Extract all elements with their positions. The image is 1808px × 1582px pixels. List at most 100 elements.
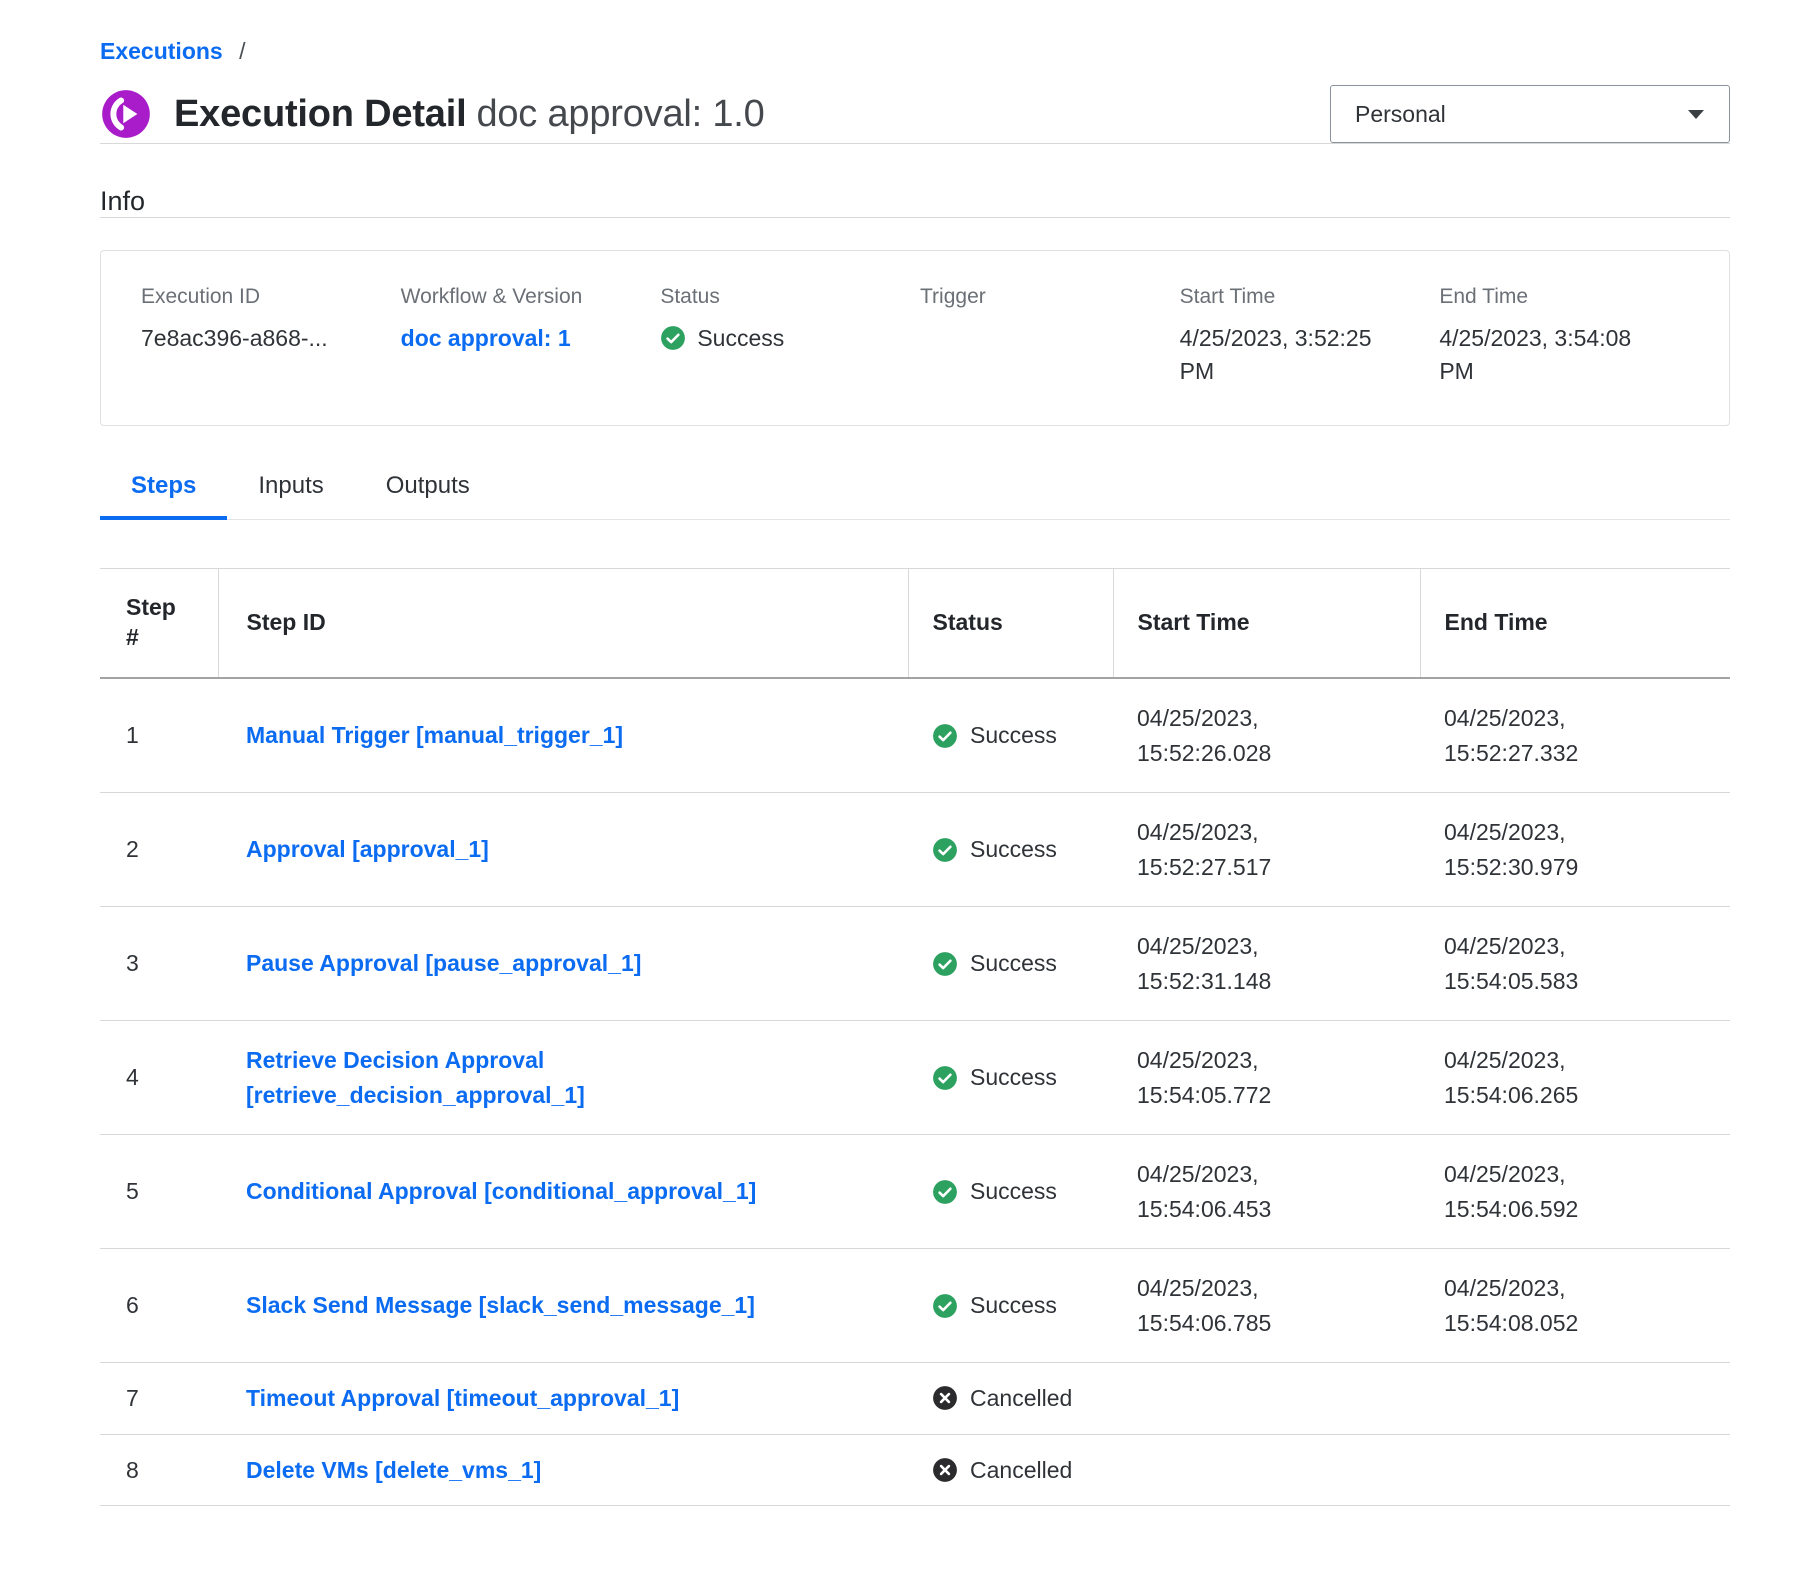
- column-header-end-time: End Time: [1420, 569, 1730, 678]
- end-time-cell: 04/25/2023,15:54:06.265: [1420, 1021, 1730, 1135]
- step-number: 3: [100, 907, 218, 1021]
- chevron-down-icon: [1687, 109, 1705, 120]
- status-text: Success: [970, 1060, 1057, 1095]
- table-row: 5 Conditional Approval [conditional_appr…: [100, 1135, 1730, 1249]
- table-row: 7 Timeout Approval [timeout_approval_1] …: [100, 1363, 1730, 1435]
- status-badge: Success: [660, 322, 910, 355]
- step-number: 8: [100, 1434, 218, 1506]
- breadcrumb-separator: /: [239, 38, 245, 64]
- workspace-dropdown[interactable]: Personal: [1330, 85, 1730, 143]
- column-header-start-time: Start Time: [1113, 569, 1420, 678]
- tab-inputs[interactable]: Inputs: [227, 472, 354, 520]
- status-text: Cancelled: [970, 1453, 1072, 1488]
- end-time-cell: [1420, 1363, 1730, 1435]
- breadcrumb: Executions /: [100, 0, 1730, 65]
- page-header: Execution Detaildoc approval: 1.0 Person…: [100, 85, 1730, 143]
- step-number: 4: [100, 1021, 218, 1135]
- end-time-cell: 04/25/2023,15:52:27.332: [1420, 678, 1730, 793]
- workspace-dropdown-value: Personal: [1355, 101, 1446, 128]
- status-badge: Success: [932, 1288, 1089, 1323]
- info-field-start-time: Start Time 4/25/2023, 3:52:25 PM: [1180, 285, 1430, 387]
- status-badge: Success: [932, 1174, 1089, 1209]
- tabs: Steps Inputs Outputs: [100, 472, 1730, 520]
- success-check-icon: [932, 837, 958, 863]
- step-link[interactable]: Timeout Approval [timeout_approval_1]: [246, 1385, 679, 1411]
- start-time-cell: [1113, 1363, 1420, 1435]
- end-time-cell: 04/25/2023,15:54:05.583: [1420, 907, 1730, 1021]
- workflow-version-link[interactable]: doc approval: 1: [401, 325, 571, 351]
- info-label: Status: [660, 285, 910, 309]
- status-badge: Success: [932, 832, 1089, 867]
- end-time-cell: 04/25/2023,15:52:30.979: [1420, 793, 1730, 907]
- table-row: 3 Pause Approval [pause_approval_1] Succ…: [100, 907, 1730, 1021]
- table-header-row: Step # Step ID Status Start Time End Tim…: [100, 569, 1730, 678]
- success-check-icon: [932, 1179, 958, 1205]
- status-badge: Cancelled: [932, 1381, 1089, 1416]
- step-number: 1: [100, 678, 218, 793]
- execution-id-value: 7e8ac396-a868-...: [141, 322, 391, 355]
- step-link[interactable]: Manual Trigger [manual_trigger_1]: [246, 722, 623, 748]
- start-time-cell: 04/25/2023,15:54:05.772: [1113, 1021, 1420, 1135]
- step-link[interactable]: Conditional Approval [conditional_approv…: [246, 1178, 756, 1204]
- step-link[interactable]: Slack Send Message [slack_send_message_1…: [246, 1292, 755, 1318]
- status-text: Success: [970, 718, 1057, 753]
- workflow-name-version: doc approval: 1.0: [476, 93, 764, 135]
- status-text: Success: [970, 1288, 1057, 1323]
- start-time-cell: 04/25/2023,15:52:27.517: [1113, 793, 1420, 907]
- status-badge: Cancelled: [932, 1453, 1089, 1488]
- step-number: 2: [100, 793, 218, 907]
- info-field-execution-id: Execution ID 7e8ac396-a868-...: [141, 285, 391, 387]
- table-row: 8 Delete VMs [delete_vms_1] Cancelled: [100, 1434, 1730, 1506]
- cancelled-x-icon: [932, 1457, 958, 1483]
- success-check-icon: [932, 1065, 958, 1091]
- step-link[interactable]: Retrieve Decision Approval [retrieve_dec…: [246, 1047, 585, 1108]
- info-label: Start Time: [1180, 285, 1430, 309]
- execution-detail-page: Executions / Execution Detaildoc approva…: [0, 0, 1808, 1506]
- step-number: 7: [100, 1363, 218, 1435]
- table-row: 6 Slack Send Message [slack_send_message…: [100, 1249, 1730, 1363]
- status-text: Success: [697, 322, 784, 355]
- success-check-icon: [932, 723, 958, 749]
- step-number: 6: [100, 1249, 218, 1363]
- info-field-trigger: Trigger: [920, 285, 1170, 387]
- column-header-step-id: Step ID: [218, 569, 908, 678]
- start-time-cell: 04/25/2023,15:52:31.148: [1113, 907, 1420, 1021]
- success-check-icon: [932, 1293, 958, 1319]
- status-text: Success: [970, 946, 1057, 981]
- info-label: Trigger: [920, 285, 1170, 309]
- info-section-title: Info: [100, 186, 1730, 217]
- start-time-cell: 04/25/2023,15:52:26.028: [1113, 678, 1420, 793]
- status-text: Success: [970, 832, 1057, 867]
- step-link[interactable]: Approval [approval_1]: [246, 836, 489, 862]
- table-row: 1 Manual Trigger [manual_trigger_1] Succ…: [100, 678, 1730, 793]
- status-text: Success: [970, 1174, 1057, 1209]
- status-text: Cancelled: [970, 1381, 1072, 1416]
- step-link[interactable]: Delete VMs [delete_vms_1]: [246, 1457, 541, 1483]
- column-header-step-num: Step #: [100, 569, 218, 678]
- end-time-cell: 04/25/2023,15:54:06.592: [1420, 1135, 1730, 1249]
- info-label: Execution ID: [141, 285, 391, 309]
- breadcrumb-executions-link[interactable]: Executions: [100, 38, 223, 64]
- page-title-text: Execution Detail: [174, 93, 466, 135]
- end-time-cell: [1420, 1434, 1730, 1506]
- end-time-cell: 04/25/2023,15:54:08.052: [1420, 1249, 1730, 1363]
- column-header-status: Status: [908, 569, 1113, 678]
- table-row: 4 Retrieve Decision Approval [retrieve_d…: [100, 1021, 1730, 1135]
- header-divider: [100, 143, 1730, 144]
- success-check-icon: [932, 951, 958, 977]
- info-label: End Time: [1439, 285, 1689, 309]
- status-badge: Success: [932, 1060, 1089, 1095]
- workflow-logo-icon: [100, 88, 152, 140]
- cancelled-x-icon: [932, 1385, 958, 1411]
- title-group: Execution Detaildoc approval: 1.0: [100, 88, 765, 140]
- step-link[interactable]: Pause Approval [pause_approval_1]: [246, 950, 641, 976]
- end-time-value: 4/25/2023, 3:54:08 PM: [1439, 322, 1689, 387]
- info-field-workflow-version: Workflow & Version doc approval: 1: [401, 285, 651, 387]
- info-divider: [100, 217, 1730, 218]
- status-badge: Success: [932, 718, 1089, 753]
- success-check-icon: [660, 325, 686, 351]
- tab-outputs[interactable]: Outputs: [355, 472, 501, 520]
- tab-steps[interactable]: Steps: [100, 472, 227, 520]
- info-label: Workflow & Version: [401, 285, 651, 309]
- step-number: 5: [100, 1135, 218, 1249]
